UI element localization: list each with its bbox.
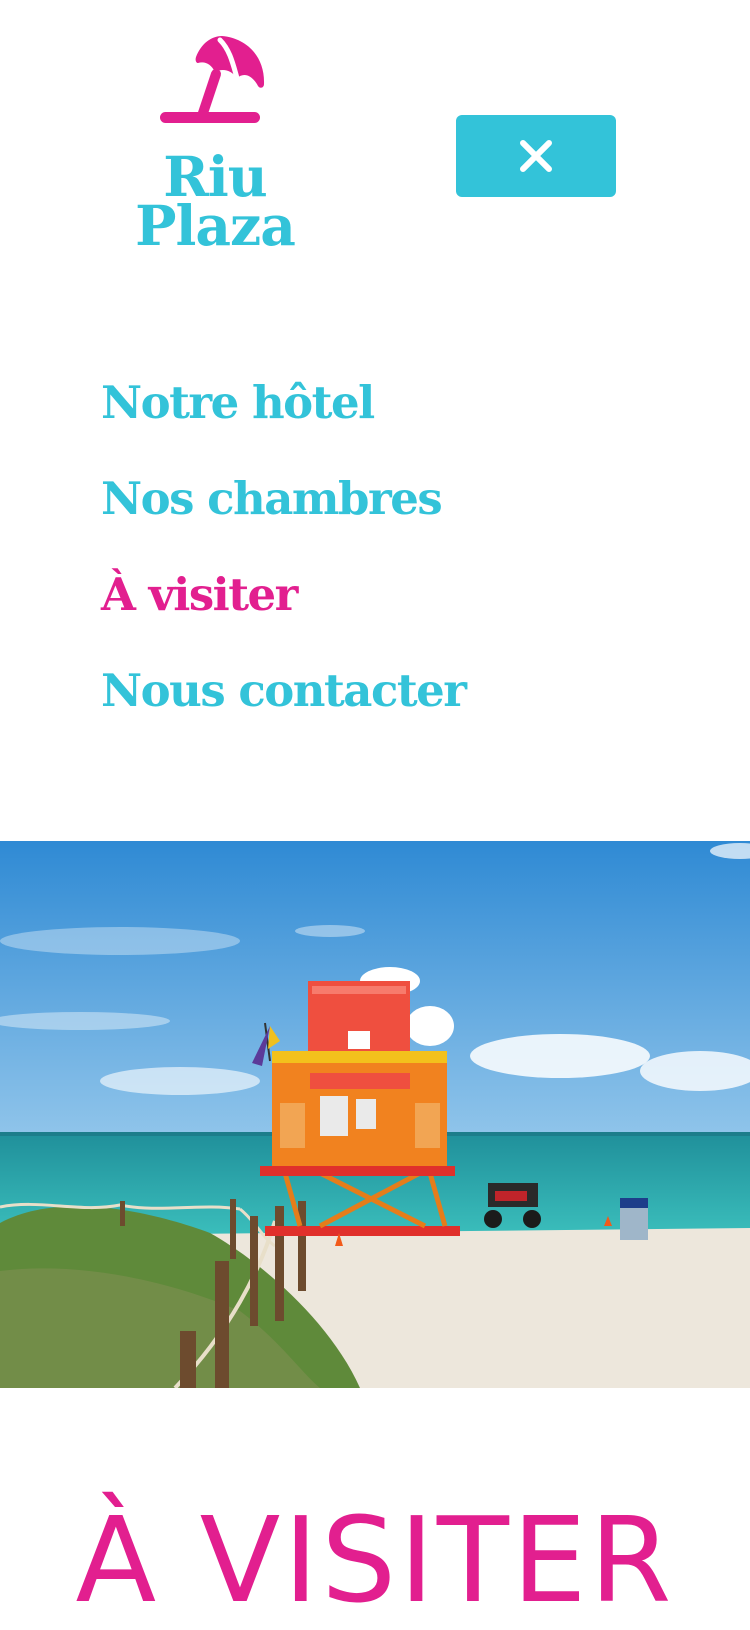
page-title: À VISITER <box>75 1491 675 1629</box>
close-menu-button[interactable] <box>456 115 616 197</box>
close-icon <box>520 140 552 172</box>
menu-link-notre-hotel[interactable]: Notre hôtel <box>101 368 465 438</box>
menu-link-nos-chambres[interactable]: Nos chambres <box>101 464 465 534</box>
logo-line-2: Plaza <box>135 193 296 258</box>
menu-list: Notre hôtel Nos chambres À visiter Nous … <box>101 368 467 752</box>
menu-item-a-visiter: À visiter <box>101 560 465 656</box>
menu-item-notre-hotel: Notre hôtel <box>101 368 465 464</box>
menu-item-nos-chambres: Nos chambres <box>101 464 465 560</box>
menu-link-nous-contacter[interactable]: Nous contacter <box>101 656 467 726</box>
menu-item-nous-contacter: Nous contacter <box>101 656 467 752</box>
beach-umbrella-icon <box>160 36 265 123</box>
logo-wordmark: Riu Plaza <box>130 149 300 258</box>
hero-beach-image <box>0 841 750 1388</box>
menu-link-a-visiter[interactable]: À visiter <box>101 560 465 630</box>
